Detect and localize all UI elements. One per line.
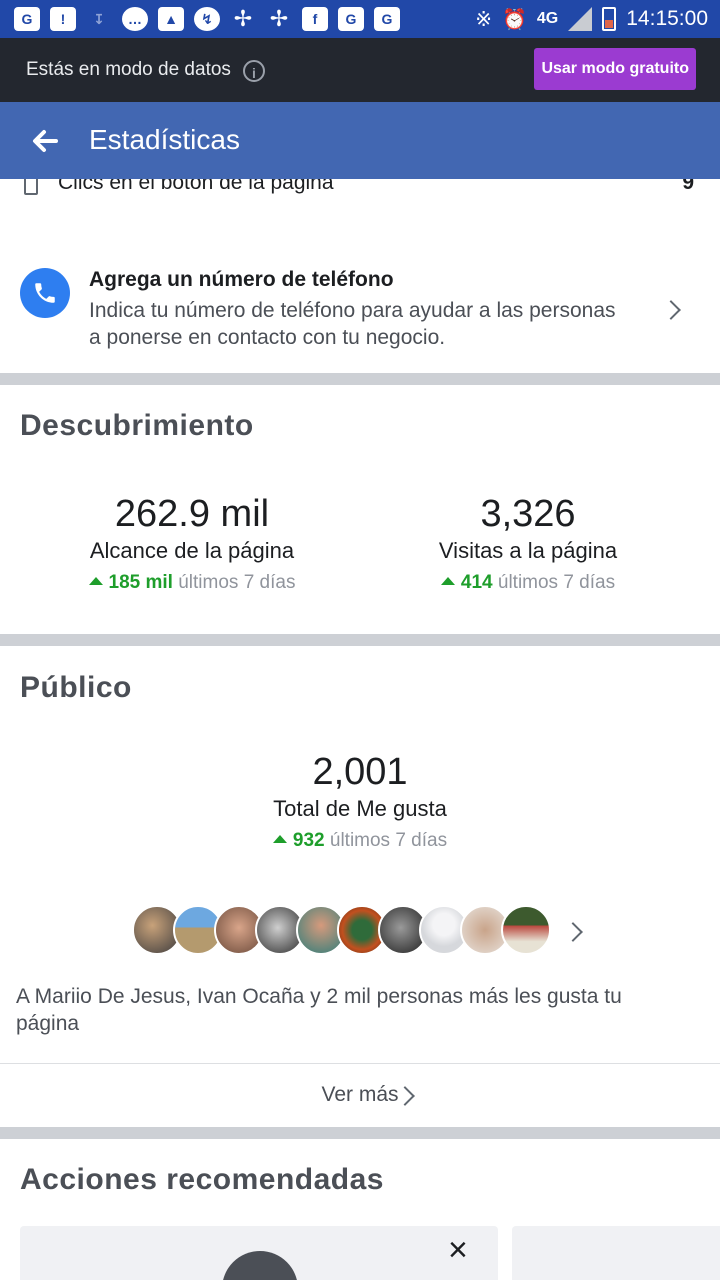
trend-label: últimos 7 días [329,830,448,851]
bluetooth-icon: ※ [475,8,492,31]
alert-icon: ! [50,7,76,31]
total-likes-stat[interactable]: 2,001 Total de Me gusta 932 últimos 7 dí… [210,751,510,852]
messenger-icon: … [122,7,148,31]
row-label: Clics en el botón de la página [58,179,334,194]
messenger-icon: ↯ [194,7,220,31]
likes-summary: A Mariio De Jesus, Ivan Ocaña y 2 mil pe… [16,985,622,1035]
section-divider [0,373,720,385]
chevron-right-icon[interactable] [563,922,583,942]
stat-trend: 932 últimos 7 días [210,830,510,852]
trend-label: últimos 7 días [497,572,616,593]
stat-label: Alcance de la página [89,538,295,563]
facebook-icon: f [302,7,328,31]
add-phone-card[interactable]: Agrega un número de teléfono Indica tu n… [0,249,720,369]
discovery-title: Descubrimiento [20,409,254,442]
pinwheel-icon: ✢ [233,6,253,31]
trend-value: 414 [460,572,493,593]
status-time: 14:15:00 [626,7,708,30]
back-arrow-icon[interactable] [30,126,60,156]
audience-title: Público [20,671,132,704]
stat-value: 262.9 mil [114,493,270,535]
app-bar: Estadísticas [0,102,720,179]
insights-content[interactable]: Clics en el botón de la página 9 Agrega … [0,179,720,1280]
fan-avatars[interactable] [132,905,551,955]
image-icon: ▲ [158,7,184,31]
stat-value: 2,001 [312,751,408,793]
signal-icon [568,7,593,31]
data-mode-text: Estás en modo de datos [26,59,231,80]
recommended-action-card[interactable] [512,1226,720,1280]
free-mode-button[interactable]: Usar modo gratuito [534,48,696,90]
gps-icon: G [14,7,40,31]
notification-icons: G ! ↧ … ▲ ↯ ✢ ✢ f G G [14,4,400,34]
row-value: 9 [682,179,694,194]
stat-label: Total de Me gusta [273,796,447,821]
see-more-label: Ver más [321,1083,399,1106]
phone-card-title: Agrega un número de teléfono [89,268,394,291]
trend-value: 185 mil [108,572,173,593]
trend-up-icon [88,576,103,585]
see-more-button[interactable]: Ver más [0,1064,720,1126]
download-icon: ↧ [93,10,105,27]
info-icon[interactable]: i [243,60,265,82]
page-button-clicks-row[interactable]: Clics en el botón de la página 9 [0,179,720,213]
recommended-actions-title: Acciones recomendadas [20,1163,384,1196]
page-reach-stat[interactable]: 262.9 mil Alcance de la página 185 mil ú… [52,493,332,594]
pinwheel-icon: ✢ [269,6,289,31]
close-icon[interactable]: × [448,1233,468,1267]
section-divider [0,634,720,646]
trend-label: últimos 7 días [178,572,296,593]
avatar[interactable] [501,905,551,955]
network-type: 4G [536,10,559,27]
stat-label: Visitas a la página [438,538,618,563]
page-visits-stat[interactable]: 3,326 Visitas a la página 414 últimos 7 … [388,493,668,594]
stat-trend: 414 últimos 7 días [388,572,668,594]
alarm-icon: ⏰ [502,8,527,31]
page-title: Estadísticas [89,124,240,155]
chevron-right-icon [661,300,681,320]
battery-icon [602,7,617,31]
stat-value: 3,326 [480,493,576,535]
status-bar: G ! ↧ … ▲ ↯ ✢ ✢ f G G ※ ⏰ 4G 14:15:00 [0,0,720,38]
phone-card-description: Indica tu número de teléfono para ayudar… [89,299,616,349]
trend-up-icon [440,576,455,585]
system-indicators: ※ ⏰ 4G 14:15:00 [475,0,708,38]
trend-up-icon [272,834,287,843]
trend-value: 932 [292,830,325,851]
phone-icon [20,268,70,318]
cursor-icon [24,179,38,195]
section-divider [0,1127,720,1139]
stat-trend: 185 mil últimos 7 días [52,572,332,594]
gps-icon: G [338,7,364,31]
gps-icon: G [374,7,400,31]
